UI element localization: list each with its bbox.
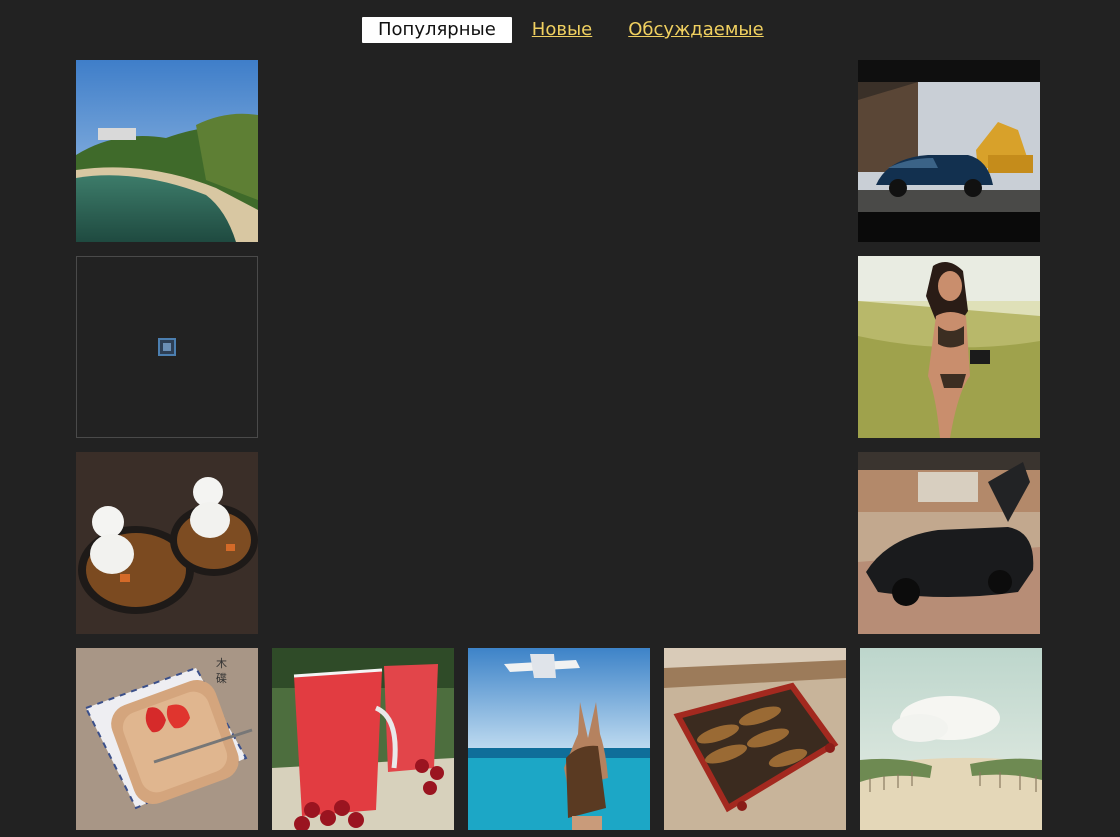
gallery-thumb-shoe-rack[interactable] bbox=[664, 648, 846, 830]
black-supercar-photo bbox=[858, 452, 1040, 634]
gallery-thumb-blue-car[interactable] bbox=[858, 60, 1040, 242]
woman-camera-beach-photo bbox=[858, 256, 1040, 438]
gallery-thumb-woman-camera[interactable] bbox=[858, 256, 1040, 438]
gallery-thumb-beach-resort[interactable] bbox=[76, 60, 258, 242]
gallery-thumb-broken[interactable] bbox=[76, 256, 258, 438]
plane-beach-photo bbox=[468, 648, 650, 830]
tab-new[interactable]: Новые bbox=[532, 17, 592, 43]
gallery-thumb-plane-beach[interactable] bbox=[468, 648, 650, 830]
rice-curry-bowls-photo bbox=[76, 452, 258, 634]
blue-car-excavator-photo bbox=[858, 60, 1040, 242]
strawberries-plate-photo bbox=[76, 648, 258, 830]
watermark-caption: 木 碟 bbox=[216, 657, 227, 685]
broken-image-icon bbox=[158, 338, 176, 356]
shoe-rack-photo bbox=[664, 648, 846, 830]
tab-discussed[interactable]: Обсуждаемые bbox=[628, 17, 763, 43]
gallery-thumb-rice-curry[interactable] bbox=[76, 452, 258, 634]
sort-tabs: Популярные Новые Обсуждаемые bbox=[362, 17, 800, 43]
gallery-thumb-red-drink[interactable] bbox=[272, 648, 454, 830]
sand-dune-path-photo bbox=[860, 648, 1042, 830]
gallery-thumb-sand-path[interactable] bbox=[860, 648, 1042, 830]
tab-popular[interactable]: Популярные bbox=[362, 17, 512, 43]
beach-resort-photo bbox=[76, 60, 258, 242]
gallery-thumb-black-supercar[interactable] bbox=[858, 452, 1040, 634]
gallery-thumb-strawberries[interactable]: 木 碟 bbox=[76, 648, 258, 830]
red-drink-cranberries-photo bbox=[272, 648, 454, 830]
